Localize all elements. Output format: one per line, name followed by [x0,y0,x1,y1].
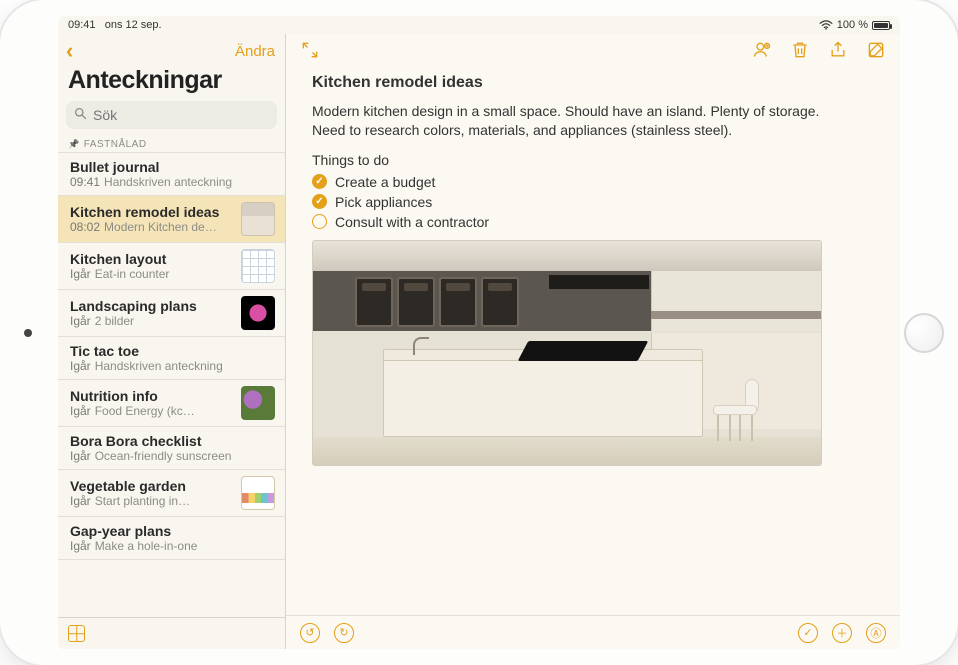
note-item-subtitle: IgårStart planting in… [70,494,233,508]
fullscreen-button[interactable] [300,40,320,65]
add-person-button[interactable] [752,40,772,65]
note-item-title: Gap-year plans [70,523,275,539]
note-item-title: Tic tac toe [70,343,275,359]
battery-pct: 100 % [837,19,868,31]
note-item-title: Bora Bora checklist [70,433,275,449]
note-list-item[interactable]: Nutrition infoIgårFood Energy (kc… [58,380,285,427]
gallery-view-button[interactable] [68,625,85,642]
undo-button[interactable]: ↺ [300,623,320,643]
note-item-subtitle: 08:02Modern Kitchen de… [70,220,233,234]
note-item-subtitle: Igår2 bilder [70,314,233,328]
note-item-thumbnail [241,476,275,510]
note-item-thumbnail [241,202,275,236]
note-image[interactable] [312,240,822,466]
note-item-subtitle: IgårHandskriven anteckning [70,359,275,373]
search-input[interactable] [93,107,274,123]
checklist-item[interactable]: Consult with a contractor [312,212,874,232]
checklist-item-text: Create a budget [335,174,435,190]
note-list-item[interactable]: Kitchen remodel ideas08:02Modern Kitchen… [58,196,285,243]
sidebar-title: Anteckningar [58,64,285,101]
note-title: Kitchen remodel ideas [312,74,874,92]
pinned-header: FASTNÅLAD [58,135,285,153]
note-description: Modern kitchen design in a small space. … [312,102,822,140]
note-editor: Kitchen remodel ideas Modern kitchen des… [286,34,900,649]
redo-button[interactable]: ↻ [334,623,354,643]
checklist-button[interactable]: ✓ [798,623,818,643]
camera-dot [24,329,32,337]
sidebar: ‹ Ändra Anteckningar FASTNÅLAD Bullet jo… [58,34,286,649]
note-item-thumbnail [241,296,275,330]
markup-button[interactable]: Ⓐ [866,623,886,643]
search-box[interactable] [66,101,277,129]
sidebar-bottom-toolbar [58,617,285,649]
status-date: ons 12 sep. [105,19,162,31]
add-button[interactable]: ＋ [832,623,852,643]
note-item-subtitle: IgårMake a hole-in-one [70,539,275,553]
home-button[interactable] [904,313,944,353]
checkbox-icon[interactable] [312,214,327,229]
note-item-title: Vegetable garden [70,478,233,494]
note-list-item[interactable]: Bora Bora checklistIgårOcean-friendly su… [58,427,285,470]
note-body[interactable]: Kitchen remodel ideas Modern kitchen des… [286,70,900,615]
note-item-title: Kitchen remodel ideas [70,204,233,220]
pin-icon [68,139,80,150]
note-list-item[interactable]: Bullet journal09:41Handskriven antecknin… [58,153,285,196]
back-button[interactable]: ‹ [66,40,73,62]
note-item-title: Nutrition info [70,388,233,404]
battery-icon [872,21,890,30]
delete-button[interactable] [790,40,810,65]
note-toolbar [286,34,900,70]
note-item-thumbnail [241,249,275,283]
compose-button[interactable] [866,40,886,65]
note-item-title: Kitchen layout [70,251,233,267]
note-list-item[interactable]: Tic tac toeIgårHandskriven anteckning [58,337,285,380]
wifi-icon [819,20,833,30]
checkbox-icon[interactable] [312,174,327,189]
note-item-subtitle: IgårFood Energy (kc… [70,404,233,418]
note-item-title: Landscaping plans [70,298,233,314]
status-bar: 09:41 ons 12 sep. 100 % [58,16,900,34]
note-item-subtitle: IgårOcean-friendly sunscreen [70,449,275,463]
note-list-item[interactable]: Gap-year plansIgårMake a hole-in-one [58,517,285,560]
note-bottom-toolbar: ↺ ↻ ✓ ＋ Ⓐ [286,615,900,649]
checklist-item[interactable]: Create a budget [312,172,874,192]
screen: 09:41 ons 12 sep. 100 % ‹ Ändra Anteckni… [58,16,900,649]
status-left: 09:41 ons 12 sep. [68,19,162,31]
share-button[interactable] [828,40,848,65]
note-list[interactable]: Bullet journal09:41Handskriven antecknin… [58,153,285,617]
note-item-subtitle: IgårEat-in counter [70,267,233,281]
pinned-label: FASTNÅLAD [84,139,147,150]
checklist-item-text: Pick appliances [335,194,432,210]
note-item-title: Bullet journal [70,159,275,175]
ipad-frame: 09:41 ons 12 sep. 100 % ‹ Ändra Anteckni… [0,0,958,665]
status-right: 100 % [819,19,890,31]
note-item-subtitle: 09:41Handskriven anteckning [70,175,275,189]
checklist-item-text: Consult with a contractor [335,214,489,230]
status-time: 09:41 [68,19,96,31]
note-list-item[interactable]: Kitchen layoutIgårEat-in counter [58,243,285,290]
note-list-item[interactable]: Vegetable gardenIgårStart planting in… [58,470,285,517]
note-item-thumbnail [241,386,275,420]
checklist-item[interactable]: Pick appliances [312,192,874,212]
note-list-item[interactable]: Landscaping plansIgår2 bilder [58,290,285,337]
edit-button[interactable]: Ändra [235,43,275,60]
checkbox-icon[interactable] [312,194,327,209]
checklist: Create a budget Pick appliances Consult wi… [312,172,874,232]
checklist-header: Things to do [312,152,874,168]
search-icon [74,107,87,123]
